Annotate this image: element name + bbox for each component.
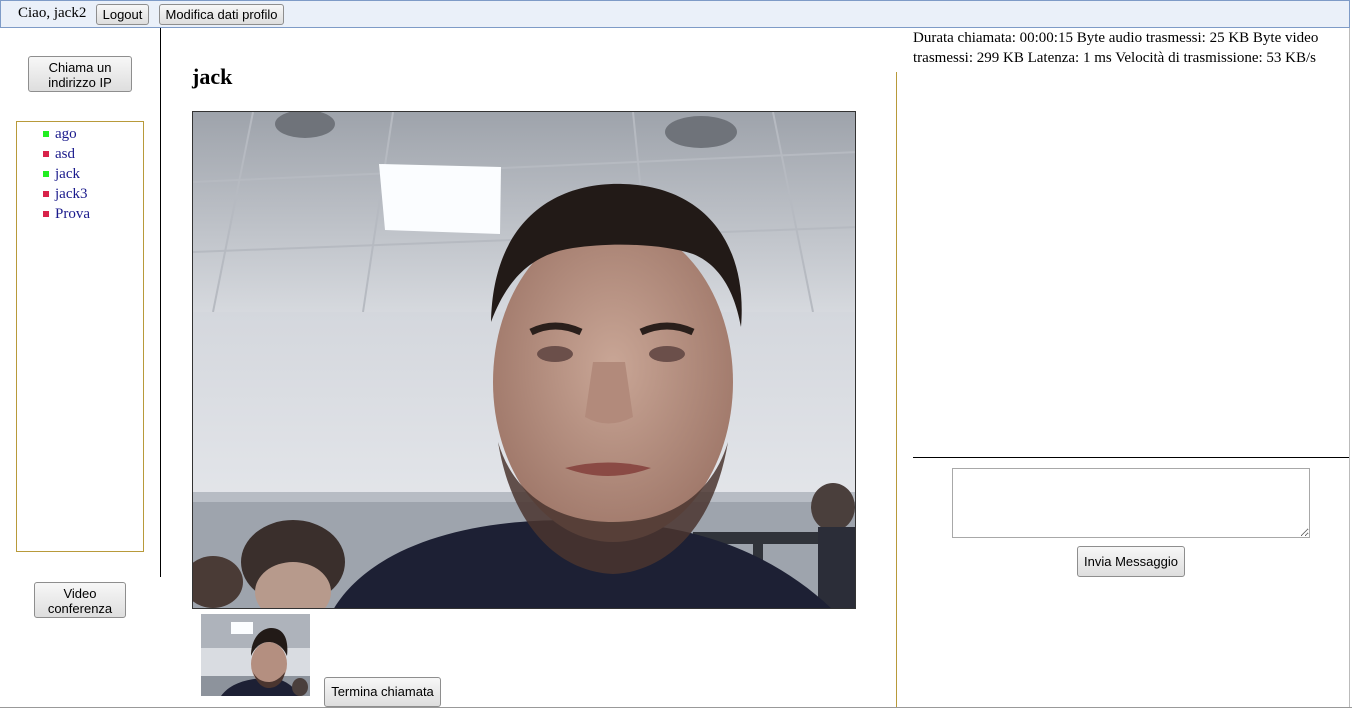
online-status-icon <box>43 171 49 177</box>
contact-item-jack[interactable]: jack <box>41 164 143 184</box>
callee-name: jack <box>192 64 233 89</box>
contact-name[interactable]: ago <box>55 126 77 142</box>
contact-name[interactable]: asd <box>55 146 75 162</box>
local-video-image <box>201 614 310 696</box>
offline-status-icon <box>43 151 49 157</box>
contact-name[interactable]: jack <box>55 166 80 182</box>
top-bar: Ciao, jack2 Logout Modifica dati profilo <box>0 0 1350 28</box>
bottom-border <box>0 707 1352 708</box>
contact-item-prova[interactable]: Prova <box>41 204 143 224</box>
left-divider <box>160 28 161 577</box>
send-message-button[interactable]: Invia Messaggio <box>1077 546 1185 577</box>
offline-status-icon <box>43 211 49 217</box>
online-status-icon <box>43 131 49 137</box>
contact-name[interactable]: jack3 <box>55 186 87 202</box>
right-divider <box>896 72 897 708</box>
contacts-list: ago asd jack jack3 Prova <box>16 121 144 552</box>
video-conference-button[interactable]: Video conferenza <box>34 582 126 618</box>
contact-item-asd[interactable]: asd <box>41 144 143 164</box>
chat-separator <box>913 457 1349 458</box>
call-ip-button[interactable]: Chiama un indirizzo IP <box>28 56 132 92</box>
call-stats: Durata chiamata: 00:00:15 Byte audio tra… <box>913 30 1319 66</box>
contact-item-jack3[interactable]: jack3 <box>41 184 143 204</box>
chat-message-input[interactable] <box>952 468 1310 538</box>
local-video-preview <box>201 614 310 696</box>
logout-button[interactable]: Logout <box>96 4 149 25</box>
greeting-text: Ciao, jack2 <box>18 5 87 21</box>
contact-item-ago[interactable]: ago <box>41 124 143 144</box>
right-edge-border <box>1349 28 1350 708</box>
offline-status-icon <box>43 191 49 197</box>
remote-video-image <box>193 112 855 608</box>
contact-name[interactable]: Prova <box>55 206 90 222</box>
remote-video <box>192 111 856 609</box>
edit-profile-button[interactable]: Modifica dati profilo <box>159 4 284 25</box>
end-call-button[interactable]: Termina chiamata <box>324 677 441 707</box>
